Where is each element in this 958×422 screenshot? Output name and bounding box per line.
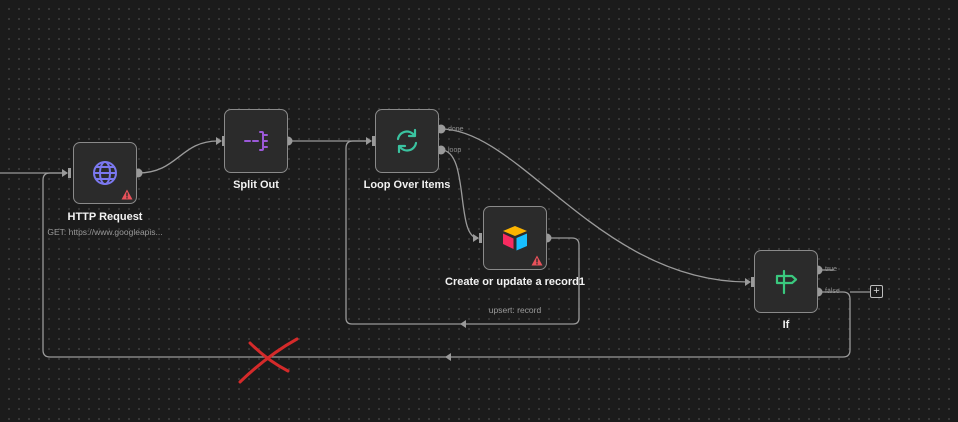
workflow-canvas[interactable]: HTTP Request GET: https://www.googleapis… bbox=[0, 0, 958, 422]
loop-icon bbox=[396, 128, 418, 154]
red-x-mark bbox=[238, 337, 299, 384]
http-request-node[interactable] bbox=[73, 142, 137, 204]
warning-icon bbox=[531, 255, 543, 266]
create-or-update-record-title: Create or update a record1 bbox=[445, 276, 585, 288]
create-or-update-record-subtitle: upsert: record bbox=[488, 305, 542, 315]
edge-loop-to-airtable[interactable] bbox=[440, 149, 479, 239]
loop-over-items-title: Loop Over Items bbox=[363, 179, 451, 191]
split-out-node[interactable] bbox=[224, 109, 288, 173]
http-request-subtitle: GET: https://www.googleapis... bbox=[47, 227, 163, 237]
add-node-button[interactable]: + bbox=[870, 285, 883, 298]
loop-output-done-label: done bbox=[448, 126, 464, 133]
if-node[interactable] bbox=[754, 250, 818, 313]
http-request-title: HTTP Request bbox=[67, 211, 143, 223]
split-out-icon bbox=[244, 131, 268, 151]
loop-over-items-node[interactable] bbox=[375, 109, 439, 173]
globe-icon bbox=[93, 161, 117, 185]
if-title: If bbox=[782, 319, 790, 331]
if-output-true-label: true bbox=[825, 266, 838, 273]
loop-output-loop-label: loop bbox=[448, 147, 462, 154]
airtable-icon bbox=[503, 226, 527, 251]
split-out-title: Split Out bbox=[233, 179, 279, 191]
warning-icon bbox=[121, 189, 133, 200]
if-output-false-label: false bbox=[825, 288, 840, 295]
create-or-update-record-node[interactable] bbox=[483, 206, 547, 270]
edge-http-to-splitout[interactable] bbox=[137, 140, 219, 174]
signpost-icon bbox=[775, 269, 798, 294]
